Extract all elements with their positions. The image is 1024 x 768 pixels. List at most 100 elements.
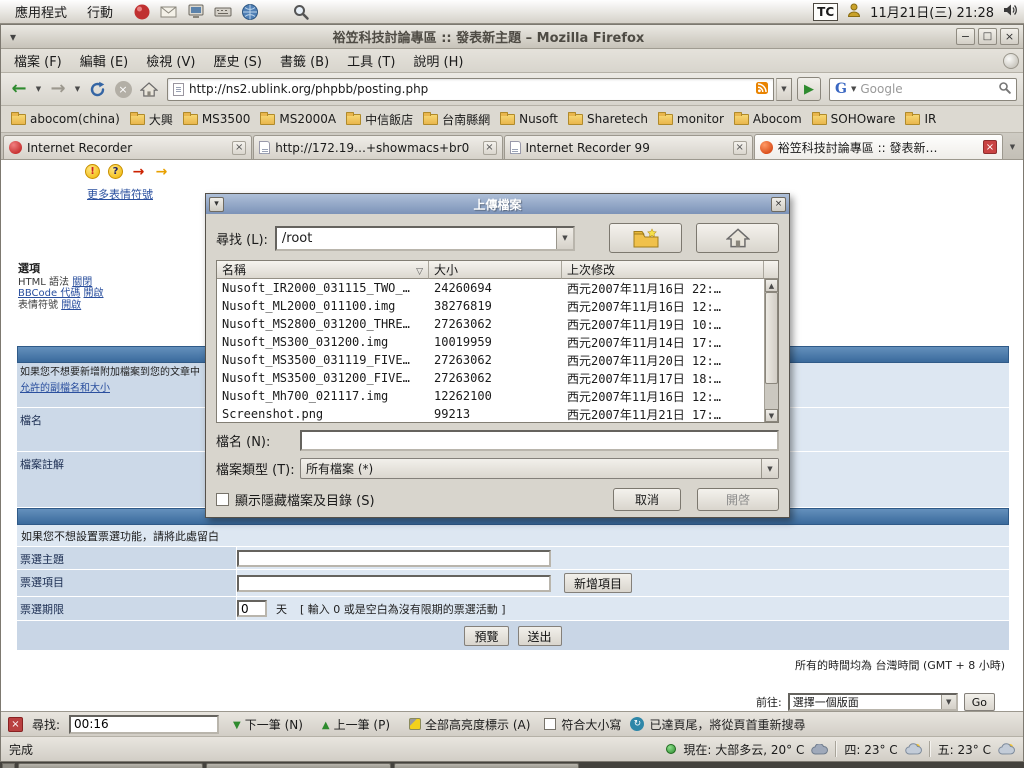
user-icon[interactable]	[846, 2, 862, 21]
smiley-arrow2-icon[interactable]	[154, 164, 169, 179]
column-modified[interactable]: 上次修改	[562, 261, 764, 279]
scroll-up-icon[interactable]	[765, 279, 778, 292]
bookmark-item[interactable]: MS3500	[179, 110, 255, 128]
smiley-question-icon[interactable]	[108, 164, 123, 179]
search-icon[interactable]	[998, 81, 1011, 97]
add-option-button[interactable]: 新增項目	[564, 573, 632, 593]
actions-menu[interactable]: 行動	[78, 0, 122, 23]
weather-friday[interactable]: 五: 23° C	[938, 741, 991, 758]
more-emoticons-link[interactable]: 更多表情符號	[87, 186, 153, 202]
allowed-extensions-link[interactable]: 允許的副檔名和大小	[20, 383, 110, 394]
search-input[interactable]	[860, 82, 994, 96]
filetype-combo[interactable]: 所有檔案 (*)	[300, 458, 779, 479]
home-button[interactable]	[137, 77, 161, 101]
menu-edit[interactable]: 編輯 (E)	[71, 49, 138, 72]
file-row[interactable]: Nusoft_MS2800_031200_THRE…27263062西元2007…	[217, 315, 764, 333]
file-list-scrollbar[interactable]	[764, 279, 778, 422]
back-button[interactable]	[7, 77, 31, 101]
bookmark-item[interactable]: abocom(china)	[7, 110, 124, 128]
find-prev-button[interactable]: 上一筆 (P)	[317, 714, 395, 735]
taskbar-button[interactable]	[206, 763, 391, 768]
findbar-close-icon[interactable]	[8, 717, 23, 732]
search-launcher-icon[interactable]	[291, 2, 311, 22]
rss-icon[interactable]	[756, 82, 768, 97]
menu-tools[interactable]: 工具 (T)	[338, 49, 404, 72]
mail-launcher-icon[interactable]	[159, 2, 179, 22]
applications-menu[interactable]: 應用程式	[6, 0, 76, 23]
column-size[interactable]: 大小	[429, 261, 562, 279]
bookmark-item[interactable]: 中信飯店	[342, 109, 417, 130]
bookmark-item[interactable]: MS2000A	[256, 110, 340, 128]
taskbar-button[interactable]	[394, 763, 579, 768]
maximize-button[interactable]	[978, 28, 997, 45]
tab-close-icon[interactable]	[483, 141, 497, 155]
globe-launcher-icon[interactable]	[240, 2, 260, 22]
clock[interactable]: 11月21日(三) 21:28	[870, 2, 994, 21]
submit-button[interactable]: 送出	[518, 626, 562, 646]
scroll-down-icon[interactable]	[765, 409, 778, 422]
open-button[interactable]: 開啓	[697, 488, 779, 511]
bookmark-item[interactable]: IR	[901, 110, 940, 128]
goto-go-button[interactable]: Go	[964, 693, 995, 711]
terminal-launcher-icon[interactable]	[186, 2, 206, 22]
dialog-window-menu-icon[interactable]	[209, 197, 224, 212]
tab-close-icon[interactable]	[733, 141, 747, 155]
tab-close-icon[interactable]	[232, 141, 246, 155]
tab-close-icon[interactable]	[983, 140, 997, 154]
preview-button[interactable]: 預覽	[464, 626, 508, 646]
keyboard-launcher-icon[interactable]	[213, 2, 233, 22]
bookmark-item[interactable]: SOHOware	[808, 110, 900, 128]
smilies-toggle-link[interactable]: 開啟	[61, 300, 81, 311]
bookmark-item[interactable]: Abocom	[730, 110, 806, 128]
location-combo[interactable]: /root	[275, 226, 575, 251]
file-row[interactable]: Nusoft_MS3500_031200_FIVE…27263062西元2007…	[217, 369, 764, 387]
weather-thursday[interactable]: 四: 23° C	[844, 741, 897, 758]
find-input[interactable]	[69, 715, 219, 734]
find-next-button[interactable]: 下一筆 (N)	[228, 714, 308, 735]
file-row[interactable]: Nusoft_ML2000_011100.img38276819西元2007年1…	[217, 297, 764, 315]
bbcode-link[interactable]: BBCode 代碼	[18, 288, 80, 299]
cancel-button[interactable]: 取消	[613, 488, 681, 511]
smiley-arrow-icon[interactable]	[131, 164, 146, 179]
file-row[interactable]: Nusoft_Mh700_021117.img12262100西元2007年11…	[217, 387, 764, 405]
volume-icon[interactable]	[1002, 2, 1018, 21]
scrollbar-thumb[interactable]	[765, 292, 778, 384]
bbcode-toggle-link[interactable]: 開啟	[84, 288, 104, 299]
window-menu-icon[interactable]	[5, 29, 21, 45]
taskbar-button[interactable]	[18, 763, 203, 768]
bookmark-item[interactable]: Nusoft	[496, 110, 562, 128]
menu-history[interactable]: 歷史 (S)	[204, 49, 271, 72]
forward-dropdown-icon[interactable]	[72, 77, 83, 101]
menu-bookmarks[interactable]: 書籤 (B)	[271, 49, 338, 72]
window-titlebar[interactable]: 裕笠科技討論專區 :: 發表新主題 – Mozilla Firefox	[1, 25, 1023, 49]
show-hidden-checkbox[interactable]: 顯示隱藏檔案及目錄 (S)	[216, 490, 375, 509]
close-button[interactable]	[1000, 28, 1019, 45]
bookmark-item[interactable]: 大興	[126, 109, 177, 130]
file-row[interactable]: Nusoft_MS300_031200.img10019959西元2007年11…	[217, 333, 764, 351]
file-row[interactable]: Screenshot.png99213西元2007年11月21日 17:…	[217, 405, 764, 422]
keyboard-indicator[interactable]: TC	[813, 3, 838, 21]
tab-internet-recorder[interactable]: Internet Recorder	[3, 135, 252, 159]
dialog-close-button[interactable]	[771, 197, 786, 212]
highlight-all-button[interactable]: 全部高亮度標示 (A)	[404, 714, 535, 735]
smiley-exclaim-icon[interactable]	[85, 164, 100, 179]
bookmark-item[interactable]: Sharetech	[564, 110, 652, 128]
menu-help[interactable]: 說明 (H)	[404, 49, 472, 72]
reload-button[interactable]	[85, 77, 109, 101]
poll-topic-input[interactable]	[237, 550, 551, 567]
poll-duration-input[interactable]	[237, 600, 267, 617]
minimize-button[interactable]	[956, 28, 975, 45]
dialog-filename-input[interactable]	[300, 430, 779, 451]
search-box[interactable]: G	[829, 78, 1017, 101]
new-folder-button[interactable]	[609, 223, 682, 253]
tab-forum-active[interactable]: 裕笠科技討論專區 :: 發表新…	[754, 134, 1003, 159]
tab-showmacs[interactable]: http://172.19…+showmacs+br0	[253, 135, 502, 159]
menu-view[interactable]: 檢視 (V)	[137, 49, 204, 72]
forum-select[interactable]: 選擇一個版面	[788, 693, 958, 711]
match-case-checkbox[interactable]: 符合大小寫	[544, 716, 621, 733]
dialog-home-button[interactable]	[696, 223, 779, 253]
back-dropdown-icon[interactable]	[33, 77, 44, 101]
dialog-titlebar[interactable]: 上傳檔案	[206, 194, 789, 214]
stop-button[interactable]	[111, 77, 135, 101]
web-launcher-icon[interactable]	[132, 2, 152, 22]
